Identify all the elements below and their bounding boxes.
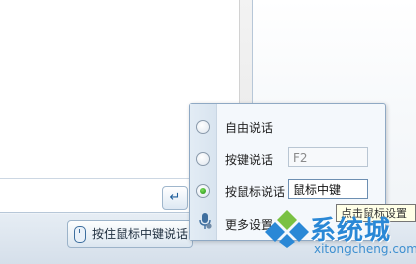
option-mouse-talk-label: 按鼠标说话 xyxy=(225,185,286,199)
mouse-talk-button-field[interactable]: 鼠标中键 xyxy=(288,179,368,199)
push-to-talk-label: 按住鼠标中键说话 xyxy=(92,227,189,241)
key-talk-hotkey-field[interactable]: F2 xyxy=(288,147,368,167)
watermark-url: xitongcheng.com xyxy=(314,242,416,256)
option-key-talk-label: 按键说话 xyxy=(225,153,274,167)
microphone-settings-icon[interactable] xyxy=(198,212,212,230)
enter-arrow-icon[interactable]: ↵ xyxy=(162,186,188,210)
radio-key-talk[interactable] xyxy=(196,152,210,166)
radio-free-talk[interactable] xyxy=(196,120,210,134)
radio-mouse-talk[interactable] xyxy=(196,184,210,198)
watermark-logo-icon xyxy=(265,210,309,248)
mouse-icon xyxy=(74,226,86,243)
push-to-talk-button[interactable]: 按住鼠标中键说话 xyxy=(67,220,193,248)
option-free-talk-label: 自由说话 xyxy=(225,121,274,135)
